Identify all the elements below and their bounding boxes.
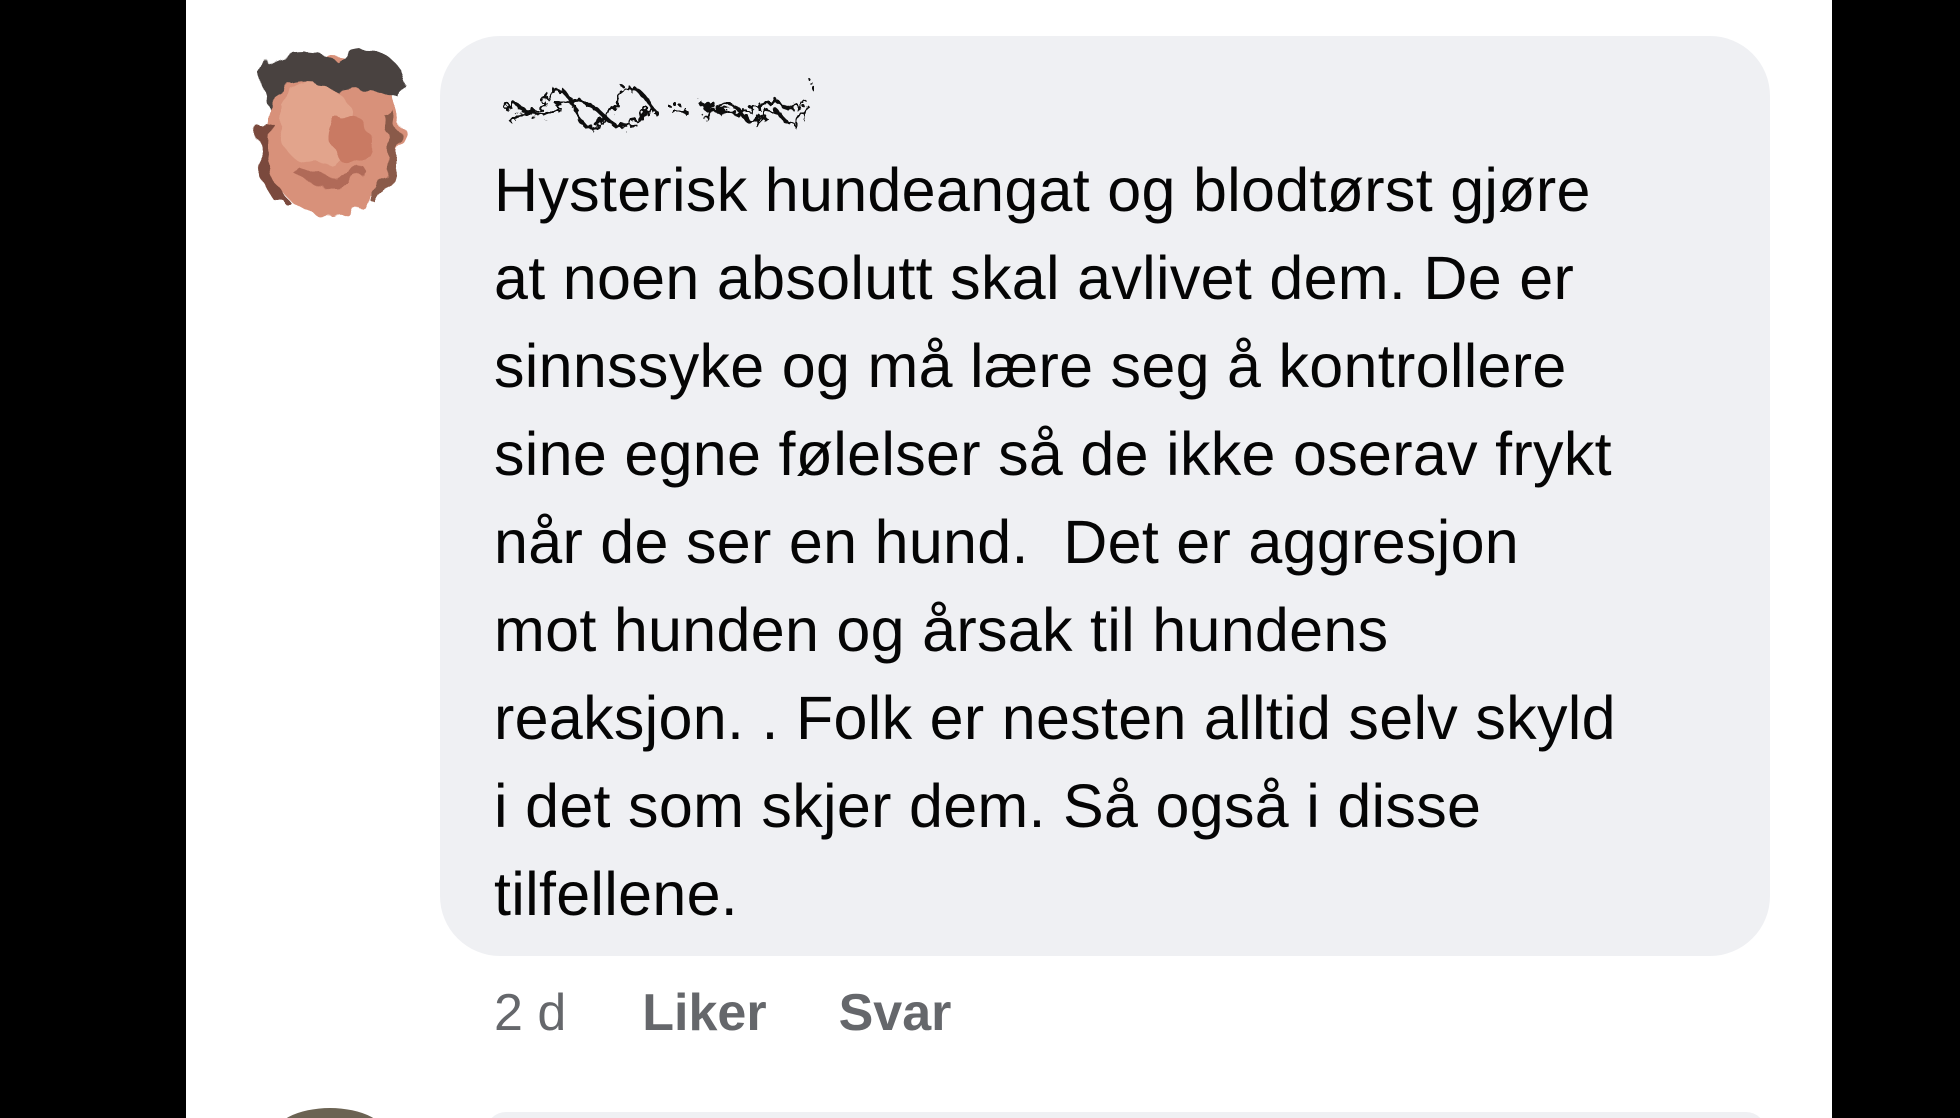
comment-actions: 2 d Liker Svar — [494, 978, 1023, 1048]
comment-page: Hysterisk hundeangat og blodtørst gjøre … — [186, 0, 1832, 1118]
comment-text: Hysterisk hundeangat og blodtørst gjøre … — [494, 156, 1616, 928]
author-name-redacted[interactable] — [494, 66, 814, 138]
comment-bubble: Hysterisk hundeangat og blodtørst gjøre … — [440, 36, 1770, 956]
screen-frame: Hysterisk hundeangat og blodtørst gjøre … — [0, 0, 1960, 1118]
reply-button[interactable]: Svar — [839, 983, 952, 1043]
commenter-avatar[interactable] — [236, 30, 421, 230]
like-button[interactable]: Liker — [642, 983, 766, 1043]
redacted-name-scribble — [500, 79, 814, 126]
avatar-distorted-icon — [256, 50, 406, 215]
next-comment-avatar[interactable] — [272, 1108, 388, 1118]
comment-timestamp[interactable]: 2 d — [494, 983, 566, 1043]
next-comment-bubble — [486, 1112, 1766, 1118]
